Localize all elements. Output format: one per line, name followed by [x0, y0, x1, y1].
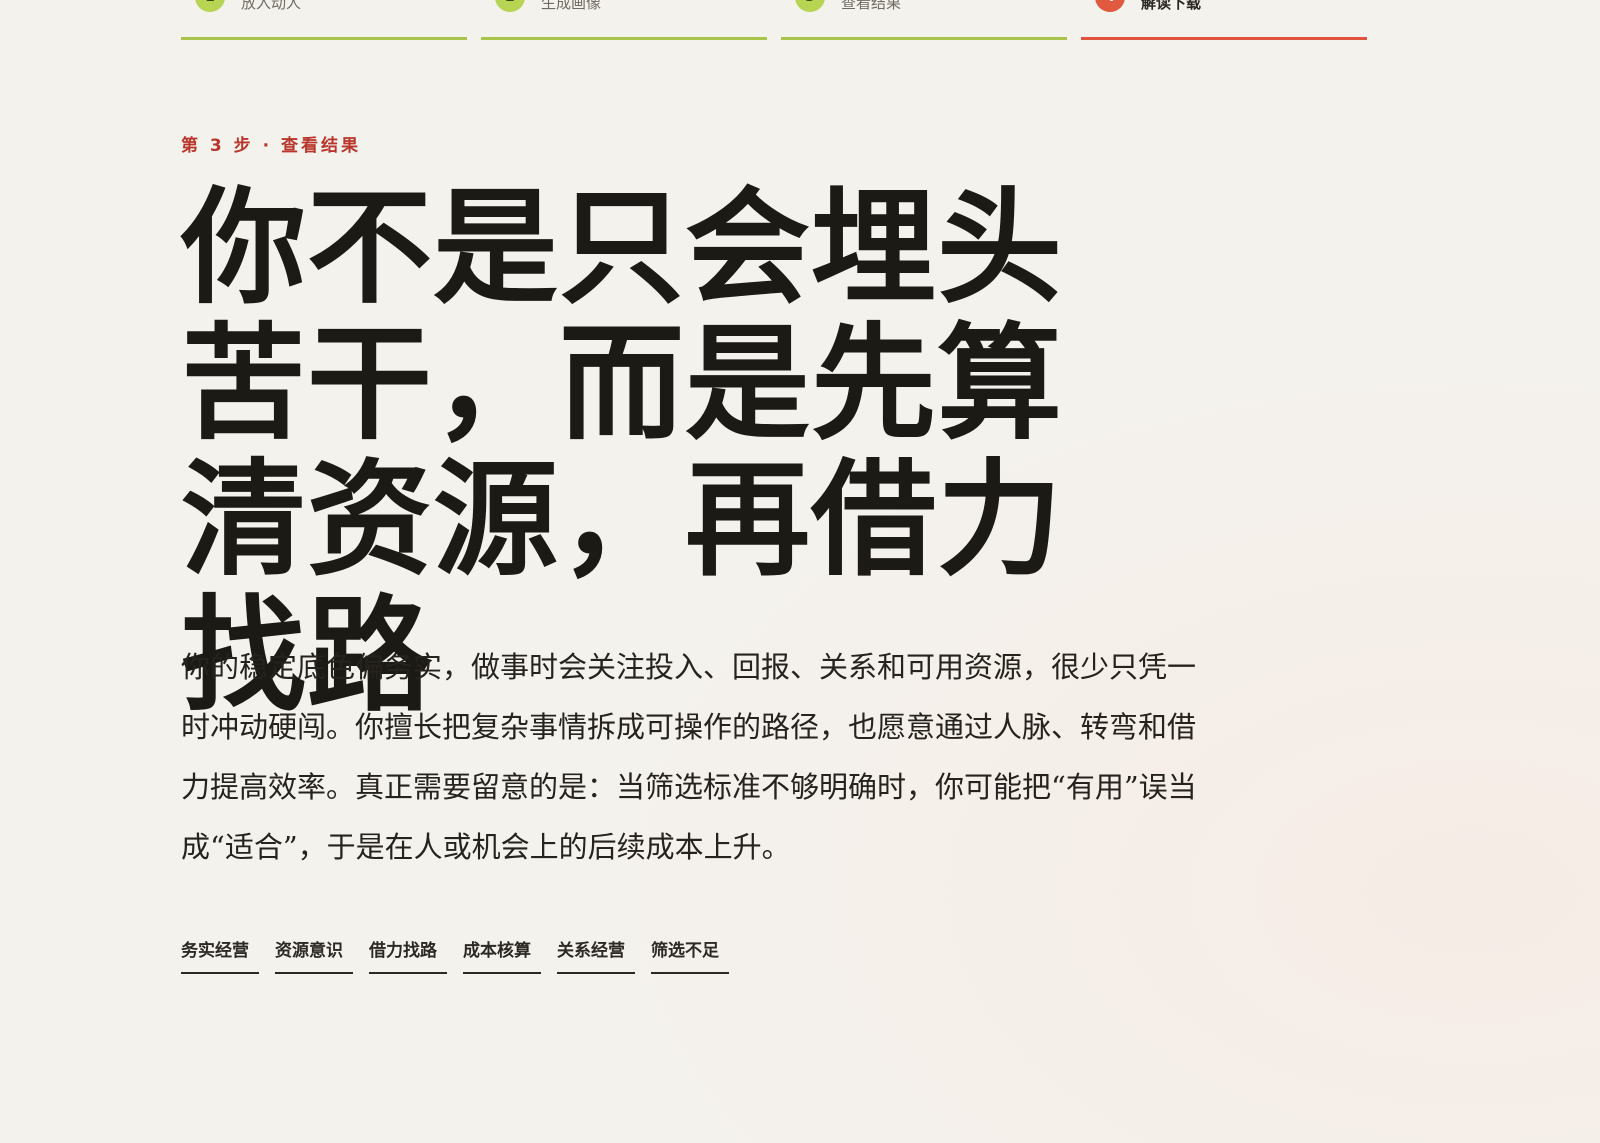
tag-item[interactable]: 筛选不足 — [651, 936, 729, 974]
result-description: 你的稳定底色偏务实，做事时会关注投入、回报、关系和可用资源，很少只凭一时冲动硬闯… — [181, 650, 1197, 864]
step-4[interactable]: 4 解读下载 — [1081, 0, 1367, 40]
tag-list: 务实经营 资源意识 借力找路 成本核算 关系经营 筛选不足 — [181, 936, 729, 974]
tag-item[interactable]: 成本核算 — [463, 936, 541, 974]
step-eyebrow: 第 3 步 · 查看结果 — [181, 136, 361, 156]
step-3[interactable]: 3 查看结果 — [781, 0, 1067, 40]
step-4-label: 解读下载 — [1141, 0, 1202, 12]
tag-item[interactable]: 借力找路 — [369, 936, 447, 974]
tag-item[interactable]: 资源意识 — [275, 936, 353, 974]
step-2-label: 生成画像 — [541, 0, 602, 12]
step-1[interactable]: 1 放入动人 — [181, 0, 467, 40]
step-3-label: 查看结果 — [841, 0, 902, 12]
step-1-number: 1 — [195, 0, 225, 12]
step-2-number: 2 — [495, 0, 525, 12]
step-4-number: 4 — [1095, 0, 1125, 12]
step-1-label: 放入动人 — [241, 0, 302, 12]
tag-item[interactable]: 务实经营 — [181, 936, 259, 974]
progress-stepper: 1 放入动人 2 生成画像 3 查看结果 4 解读下载 — [181, 0, 1367, 40]
step-3-number: 3 — [795, 0, 825, 12]
tag-item[interactable]: 关系经营 — [557, 936, 635, 974]
step-2[interactable]: 2 生成画像 — [481, 0, 767, 40]
